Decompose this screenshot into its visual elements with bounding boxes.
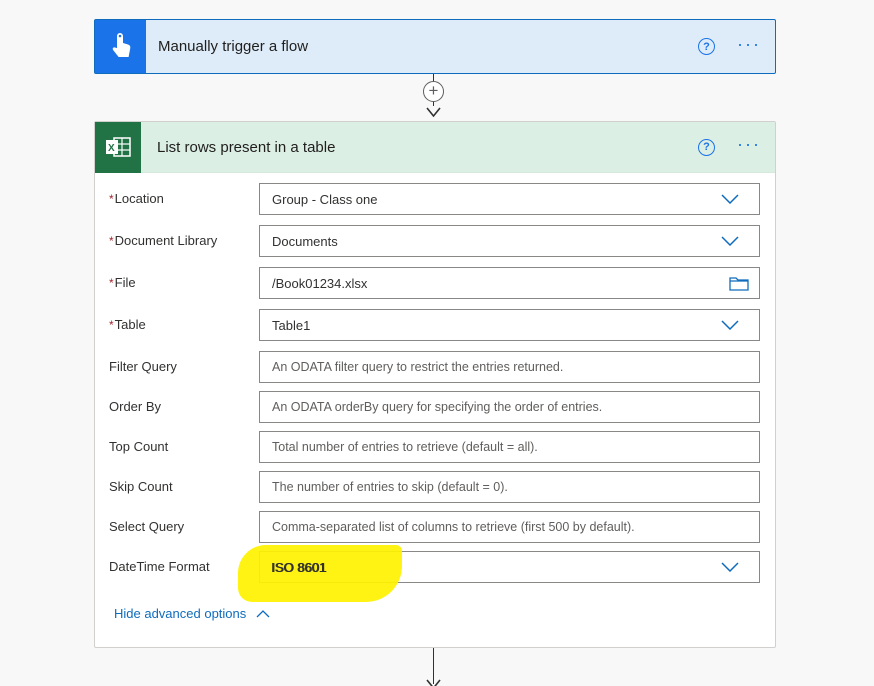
form-row-location: *Location Group - Class one <box>95 183 775 215</box>
chevron-down-icon <box>721 562 739 572</box>
chevron-down-icon <box>721 320 739 330</box>
chevron-down-icon <box>721 236 739 246</box>
document-library-dropdown[interactable]: Documents <box>259 225 760 257</box>
trigger-card[interactable]: Manually trigger a flow ? ··· <box>94 19 776 74</box>
add-step-icon[interactable]: + <box>423 81 444 102</box>
arrow-down-icon <box>426 107 441 118</box>
order-by-placeholder: An ODATA orderBy query for specifying th… <box>272 400 603 414</box>
chevron-up-icon <box>256 609 270 617</box>
form-row-filter-query: Filter Query An ODATA filter query to re… <box>95 351 775 383</box>
svg-text:X: X <box>108 143 115 154</box>
required-asterisk: * <box>109 318 114 332</box>
more-ellipsis-icon[interactable]: ··· <box>737 135 761 155</box>
excel-card-header[interactable]: X List rows present in a table ? ··· <box>95 121 775 173</box>
form-row-table: *Table Table1 <box>95 309 775 341</box>
required-asterisk: * <box>109 234 114 248</box>
form-row-skip-count: Skip Count The number of entries to skip… <box>95 471 775 503</box>
top-count-placeholder: Total number of entries to retrieve (def… <box>272 440 538 454</box>
document-library-value: Documents <box>272 233 338 249</box>
form-row-datetime-format: DateTime Format ISO 8601 <box>95 551 775 583</box>
form-row-select-query: Select Query Comma-separated list of col… <box>95 511 775 543</box>
order-by-input[interactable]: An ODATA orderBy query for specifying th… <box>259 391 760 423</box>
field-label-skip-count: Skip Count <box>109 479 173 494</box>
hide-advanced-options-label: Hide advanced options <box>114 606 247 621</box>
field-label-file: *File <box>109 275 136 290</box>
field-label-table: *Table <box>109 317 146 332</box>
field-label-filter-query: Filter Query <box>109 359 177 374</box>
select-query-placeholder: Comma-separated list of columns to retri… <box>272 520 635 534</box>
top-count-input[interactable]: Total number of entries to retrieve (def… <box>259 431 760 463</box>
file-picker-field[interactable]: /Book01234.xlsx <box>259 267 760 299</box>
form-row-file: *File /Book01234.xlsx <box>95 267 775 299</box>
file-value: /Book01234.xlsx <box>272 275 368 291</box>
hide-advanced-options-link[interactable]: Hide advanced options <box>114 606 270 621</box>
location-dropdown[interactable]: Group - Class one <box>259 183 760 215</box>
excel-action-card: X List rows present in a table ? ··· *Lo… <box>94 121 776 648</box>
excel-icon: X <box>95 121 141 173</box>
arrow-down-icon <box>426 679 441 686</box>
datetime-format-value: ISO 8601 <box>272 559 327 575</box>
trigger-title: Manually trigger a flow <box>158 38 309 55</box>
question-circle-icon[interactable]: ? <box>698 38 716 55</box>
skip-count-placeholder: The number of entries to skip (default =… <box>272 480 508 494</box>
field-label-order-by: Order By <box>109 399 162 414</box>
form-row-order-by: Order By An ODATA orderBy query for spec… <box>95 391 775 423</box>
action-title: List rows present in a table <box>157 138 336 156</box>
location-value: Group - Class one <box>272 191 378 207</box>
field-label-top-count: Top Count <box>109 439 169 454</box>
more-ellipsis-icon[interactable]: ··· <box>737 35 761 55</box>
field-label-document-library: *Document Library <box>109 233 218 248</box>
folder-icon[interactable] <box>729 276 749 291</box>
table-dropdown[interactable]: Table1 <box>259 309 760 341</box>
table-value: Table1 <box>272 317 311 333</box>
datetime-format-value-overlay: ISO 8601 <box>271 560 326 575</box>
field-label-datetime-format: DateTime Format <box>109 559 210 574</box>
field-label-location: *Location <box>109 191 164 206</box>
select-query-input[interactable]: Comma-separated list of columns to retri… <box>259 511 760 543</box>
filter-query-input[interactable]: An ODATA filter query to restrict the en… <box>259 351 760 383</box>
field-label-select-query: Select Query <box>109 519 185 534</box>
touch-trigger-icon <box>95 20 146 73</box>
form-row-document-library: *Document Library Documents <box>95 225 775 257</box>
filter-query-placeholder: An ODATA filter query to restrict the en… <box>272 360 564 374</box>
skip-count-input[interactable]: The number of entries to skip (default =… <box>259 471 760 503</box>
question-circle-icon[interactable]: ? <box>698 138 716 156</box>
required-asterisk: * <box>109 276 114 290</box>
form-row-top-count: Top Count Total number of entries to ret… <box>95 431 775 463</box>
chevron-down-icon <box>721 194 739 204</box>
required-asterisk: * <box>109 192 114 206</box>
